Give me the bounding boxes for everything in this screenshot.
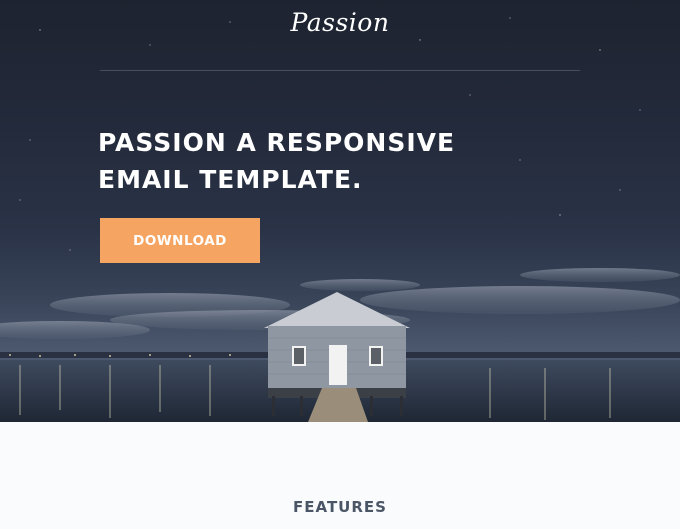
header-divider <box>100 70 580 71</box>
hero-headline: PASSION A RESPONSIVE EMAIL TEMPLATE. <box>98 128 456 194</box>
hero-section: Passion PASSION A RESPONSIVE EMAIL TEMPL… <box>0 0 680 422</box>
hero-background-photo <box>0 17 680 422</box>
features-heading: FEATURES <box>293 498 387 516</box>
brand-logo: Passion <box>290 8 390 37</box>
download-button[interactable]: DOWNLOAD <box>100 218 260 263</box>
